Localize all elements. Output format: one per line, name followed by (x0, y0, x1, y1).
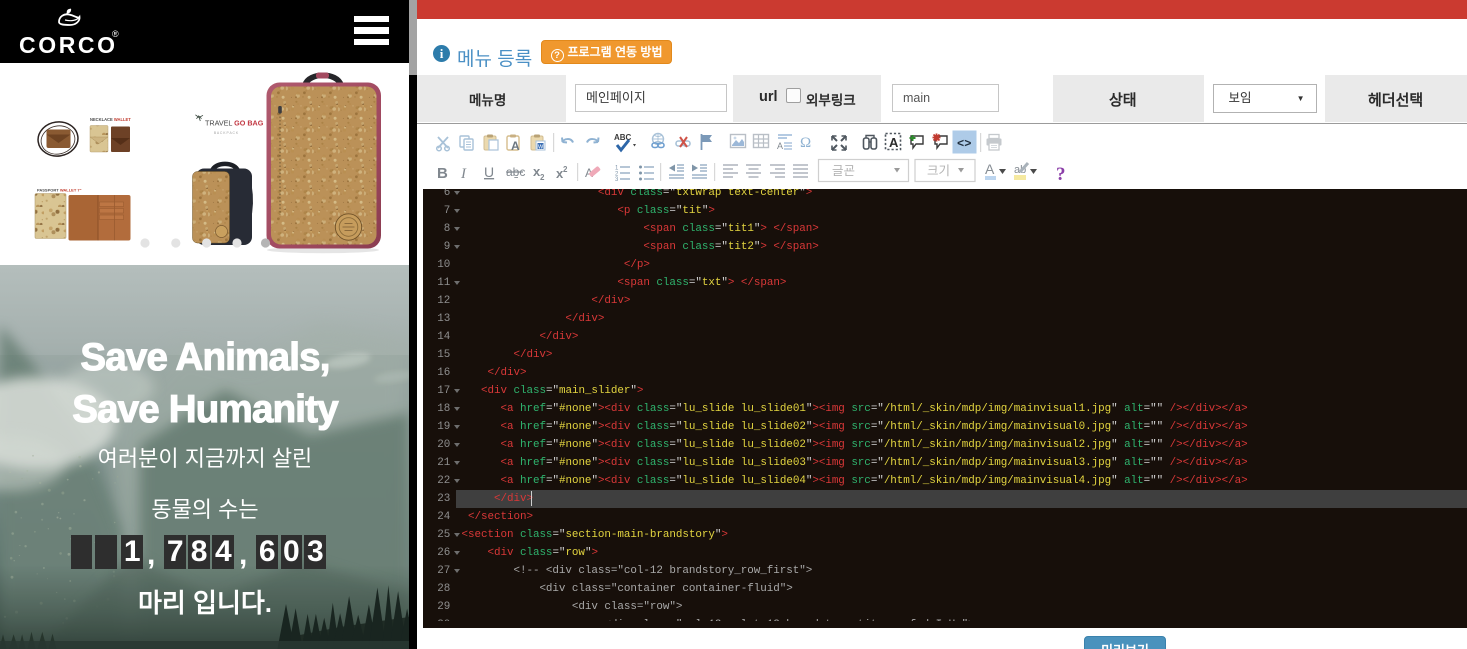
svg-text:?: ? (1056, 164, 1066, 185)
svg-text:2: 2 (540, 173, 545, 182)
svg-text:W: W (538, 145, 544, 151)
svg-text:2: 2 (563, 165, 568, 174)
svg-text:Ω: Ω (800, 135, 811, 151)
svg-text:3: 3 (615, 177, 619, 183)
svg-text:U: U (484, 164, 494, 180)
svg-text:<>: <> (957, 137, 971, 151)
svg-text:B: B (437, 165, 448, 182)
svg-text:A: A (511, 139, 520, 153)
svg-text:크기: 크기 (927, 164, 950, 178)
svg-text:글굔: 글굔 (832, 164, 855, 178)
svg-text:I: I (460, 166, 467, 182)
svg-text:A: A (985, 161, 995, 177)
svg-text:A: A (889, 135, 899, 150)
svg-text:A: A (777, 141, 783, 151)
